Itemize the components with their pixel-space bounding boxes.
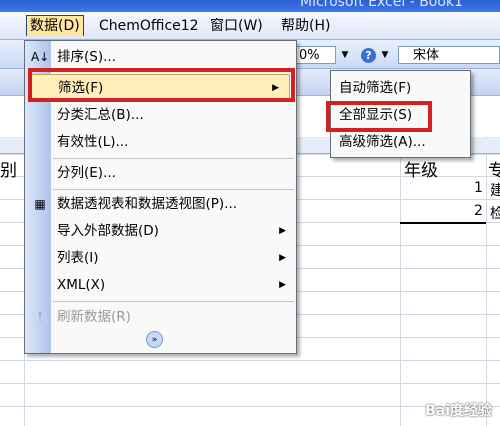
grid-line <box>0 383 500 384</box>
sort-ascending-icon: A↓ <box>31 50 50 64</box>
cell-left-partial[interactable]: 别 <box>0 156 17 181</box>
submenu-item-advanced-filter[interactable]: 高级筛选(A)... <box>331 129 470 155</box>
submenu-item-show-all[interactable]: 全部显示(S) <box>331 102 470 128</box>
menu-item-list-label: 列表(I) <box>57 250 99 266</box>
menu-bar: 数据(D) ChemOffice12 窗口(W) 帮助(H) <box>0 12 500 40</box>
help-dropdown-icon[interactable]: ▼ <box>378 46 392 64</box>
menu-item-import-external-data[interactable]: 导入外部数据(D) ▶ <box>25 218 296 244</box>
menu-window[interactable]: 窗口(W) <box>207 16 266 36</box>
submenu-arrow-icon: ▶ <box>279 226 286 236</box>
menu-item-filter-label: 筛选(F) <box>58 80 104 96</box>
refresh-icon: ! <box>37 310 43 324</box>
menu-item-subtotal-label: 分类汇总(B)... <box>57 107 144 123</box>
zoom-combo[interactable]: 0% <box>296 46 336 64</box>
submenu-item-advanced-filter-label: 高级筛选(A)... <box>339 134 426 150</box>
menu-item-pivot-table[interactable]: ▦ 数据透视表和数据透视图(P)... <box>25 191 296 217</box>
zoom-dropdown-icon[interactable]: ▼ <box>338 46 352 64</box>
submenu-arrow-icon: ▶ <box>279 280 286 290</box>
submenu-arrow-icon: ▶ <box>279 253 286 263</box>
menu-item-list[interactable]: 列表(I) ▶ <box>25 245 296 271</box>
submenu-item-autofilter[interactable]: 自动筛选(F) <box>331 75 470 101</box>
menu-item-xml-label: XML(X) <box>57 277 106 293</box>
menu-item-pivot-table-label: 数据透视表和数据透视图(P)... <box>57 196 238 212</box>
menu-item-import-external-data-label: 导入外部数据(D) <box>57 223 159 239</box>
help-icon[interactable]: ? <box>361 48 376 63</box>
cell-row2-number[interactable]: 2 <box>474 203 483 219</box>
cell-row2-partial[interactable]: 检 <box>490 203 500 223</box>
menu-item-refresh-data-label: 刷新数据(R) <box>57 309 131 325</box>
cell-border <box>400 222 486 224</box>
menu-item-sort[interactable]: A↓ 排序(S)... <box>25 44 296 70</box>
menu-data[interactable]: 数据(D) <box>26 15 84 36</box>
watermark: Bai度经验 <box>425 403 492 419</box>
menu-separator <box>53 158 294 159</box>
menu-item-xml[interactable]: XML(X) ▶ <box>25 272 296 298</box>
menu-separator <box>53 189 294 190</box>
cell-right-partial-header[interactable]: 专 <box>488 156 500 181</box>
grid-line <box>486 136 487 426</box>
menu-item-subtotal[interactable]: 分类汇总(B)... <box>25 102 296 128</box>
menu-item-filter[interactable]: 筛选(F) ▶ <box>31 74 290 100</box>
submenu-arrow-icon: ▶ <box>272 83 279 93</box>
cell-row1-number[interactable]: 1 <box>474 180 483 196</box>
grid-line <box>400 136 401 426</box>
data-menu: A↓ 排序(S)... 筛选(F) ▶ 分类汇总(B)... 有效性(L)...… <box>24 40 297 354</box>
menu-item-text-to-columns-label: 分列(E)... <box>57 165 116 181</box>
menu-help[interactable]: 帮助(H) <box>278 16 333 36</box>
cell-row1-partial[interactable]: 建 <box>490 180 500 200</box>
menu-item-validation-label: 有效性(L)... <box>57 134 129 150</box>
filter-submenu: 自动筛选(F) 全部显示(S) 高级筛选(A)... <box>330 70 471 158</box>
expand-menu-chevron-icon[interactable]: » <box>146 331 163 348</box>
pivot-table-icon: ▦ <box>34 197 46 211</box>
menu-item-refresh-data: ! 刷新数据(R) <box>25 304 296 330</box>
menu-separator <box>53 301 294 302</box>
cell-year-header[interactable]: 年级 <box>404 156 438 181</box>
menu-item-text-to-columns[interactable]: 分列(E)... <box>25 160 296 186</box>
menu-chemoffice[interactable]: ChemOffice12 <box>96 16 202 36</box>
window-title: Microsoft Excel - Book1 <box>300 0 463 10</box>
menu-item-validation[interactable]: 有效性(L)... <box>25 129 296 155</box>
menu-item-sort-label: 排序(S)... <box>57 49 116 65</box>
submenu-item-autofilter-label: 自动筛选(F) <box>339 80 412 96</box>
submenu-item-show-all-label: 全部显示(S) <box>339 107 413 123</box>
font-name-combo[interactable]: 宋体 <box>398 46 500 64</box>
title-bar: Microsoft Excel - Book1 <box>0 0 500 12</box>
grid-line <box>0 360 500 361</box>
